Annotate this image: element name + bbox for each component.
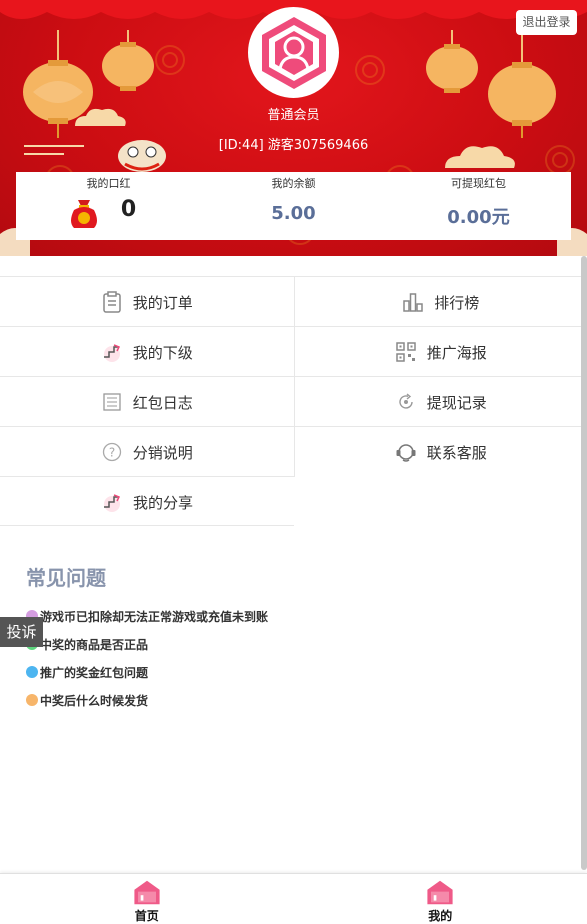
stat-balance[interactable]: 我的余额 5.00 — [201, 172, 386, 240]
question-icon: ? — [101, 441, 123, 463]
tab-label: 首页 — [134, 909, 159, 923]
home-icon — [427, 880, 453, 905]
faq-item[interactable]: 游戏币已扣除却无法正常游戏或充值未到账 — [26, 602, 268, 630]
svg-text:?: ? — [109, 446, 115, 460]
scrollbar[interactable] — [581, 256, 587, 870]
menu-promo-poster[interactable]: 推广海报 — [293, 327, 587, 377]
member-level: 普通会员 — [267, 108, 320, 123]
headset-icon — [395, 441, 417, 463]
stat-value: 0.00元 — [447, 207, 510, 228]
menu-redpacket-log[interactable]: 红包日志 — [0, 377, 294, 427]
faq-item[interactable]: 中奖的商品是否正品 — [26, 630, 268, 658]
menu-label: 联系客服 — [426, 443, 487, 462]
menu-grid: 我的订单 排行榜 我的下级 推广海报 红包日志 提现记录 ? 分销说明 联系客服… — [0, 276, 587, 526]
steps-icon — [101, 341, 123, 363]
faq-item[interactable]: 推广的奖金红包问题 — [26, 658, 268, 686]
menu-my-orders[interactable]: 我的订单 — [0, 277, 294, 327]
menu-label: 我的订单 — [132, 293, 193, 312]
user-id-text: [ID:44] 游客307569466 — [218, 138, 369, 153]
stat-label: 我的口红 — [86, 177, 131, 190]
menu-label: 分销说明 — [132, 443, 193, 462]
faq-item[interactable]: 中奖后什么时候发货 — [26, 686, 268, 714]
faq-title: 常见问题 — [26, 566, 106, 590]
faq-item-text: 游戏币已扣除却无法正常游戏或充值未到账 — [40, 609, 269, 624]
menu-label: 提现记录 — [426, 393, 487, 412]
stat-redpacket[interactable]: 可提现红包 0.00元 — [386, 172, 571, 240]
faq-item-text: 中奖的商品是否正品 — [40, 637, 149, 652]
stat-value: 0 — [120, 197, 137, 222]
faq-list: 游戏币已扣除却无法正常游戏或充值未到账 中奖的商品是否正品 推广的奖金红包问题 … — [26, 602, 268, 714]
avatar[interactable] — [248, 7, 339, 98]
stat-value: 5.00 — [271, 203, 316, 224]
lantern-right-icon — [426, 30, 556, 138]
faq-item-text: 推广的奖金红包问题 — [40, 665, 149, 680]
steps-icon — [101, 491, 123, 513]
stat-label: 我的余额 — [271, 177, 316, 190]
menu-ranking[interactable]: 排行榜 — [293, 277, 587, 327]
menu-label: 我的分享 — [132, 493, 193, 512]
tab-mine[interactable]: 我的 — [294, 874, 587, 924]
menu-label: 排行榜 — [434, 293, 480, 312]
stat-label: 可提现红包 — [451, 177, 506, 190]
menu-my-share[interactable]: 我的分享 — [0, 477, 294, 527]
home-icon — [134, 880, 160, 905]
menu-label: 我的下级 — [132, 343, 193, 362]
qr-code-icon — [395, 341, 417, 363]
menu-customer-service[interactable]: 联系客服 — [293, 427, 587, 477]
bullet-dot — [26, 694, 38, 706]
tab-label: 我的 — [428, 909, 453, 923]
faq-item-text: 中奖后什么时候发货 — [40, 693, 149, 708]
menu-label: 红包日志 — [132, 393, 193, 412]
stat-lipstick[interactable]: 我的口红 0 — [16, 172, 201, 240]
tab-home[interactable]: 首页 — [0, 874, 294, 924]
list-icon — [101, 391, 123, 413]
menu-distribution-info[interactable]: ? 分销说明 — [0, 427, 294, 477]
logout-button[interactable]: 退出登录 — [516, 10, 577, 35]
lucky-bag-icon — [71, 200, 97, 228]
bar-chart-icon — [402, 291, 424, 313]
menu-withdraw-records[interactable]: 提现记录 — [293, 377, 587, 427]
withdraw-icon — [395, 391, 417, 413]
clipboard-icon — [101, 291, 123, 313]
bottom-tab-bar: 首页 我的 — [0, 873, 587, 924]
stats-card: 我的口红 0 我的余额 5.00 可提现红包 0.00元 — [16, 172, 571, 240]
user-avatar-icon — [261, 16, 326, 89]
bullet-dot — [26, 666, 38, 678]
menu-label: 推广海报 — [426, 343, 487, 362]
complain-button[interactable]: 投诉 — [0, 617, 43, 647]
menu-my-subordinates[interactable]: 我的下级 — [0, 327, 294, 377]
